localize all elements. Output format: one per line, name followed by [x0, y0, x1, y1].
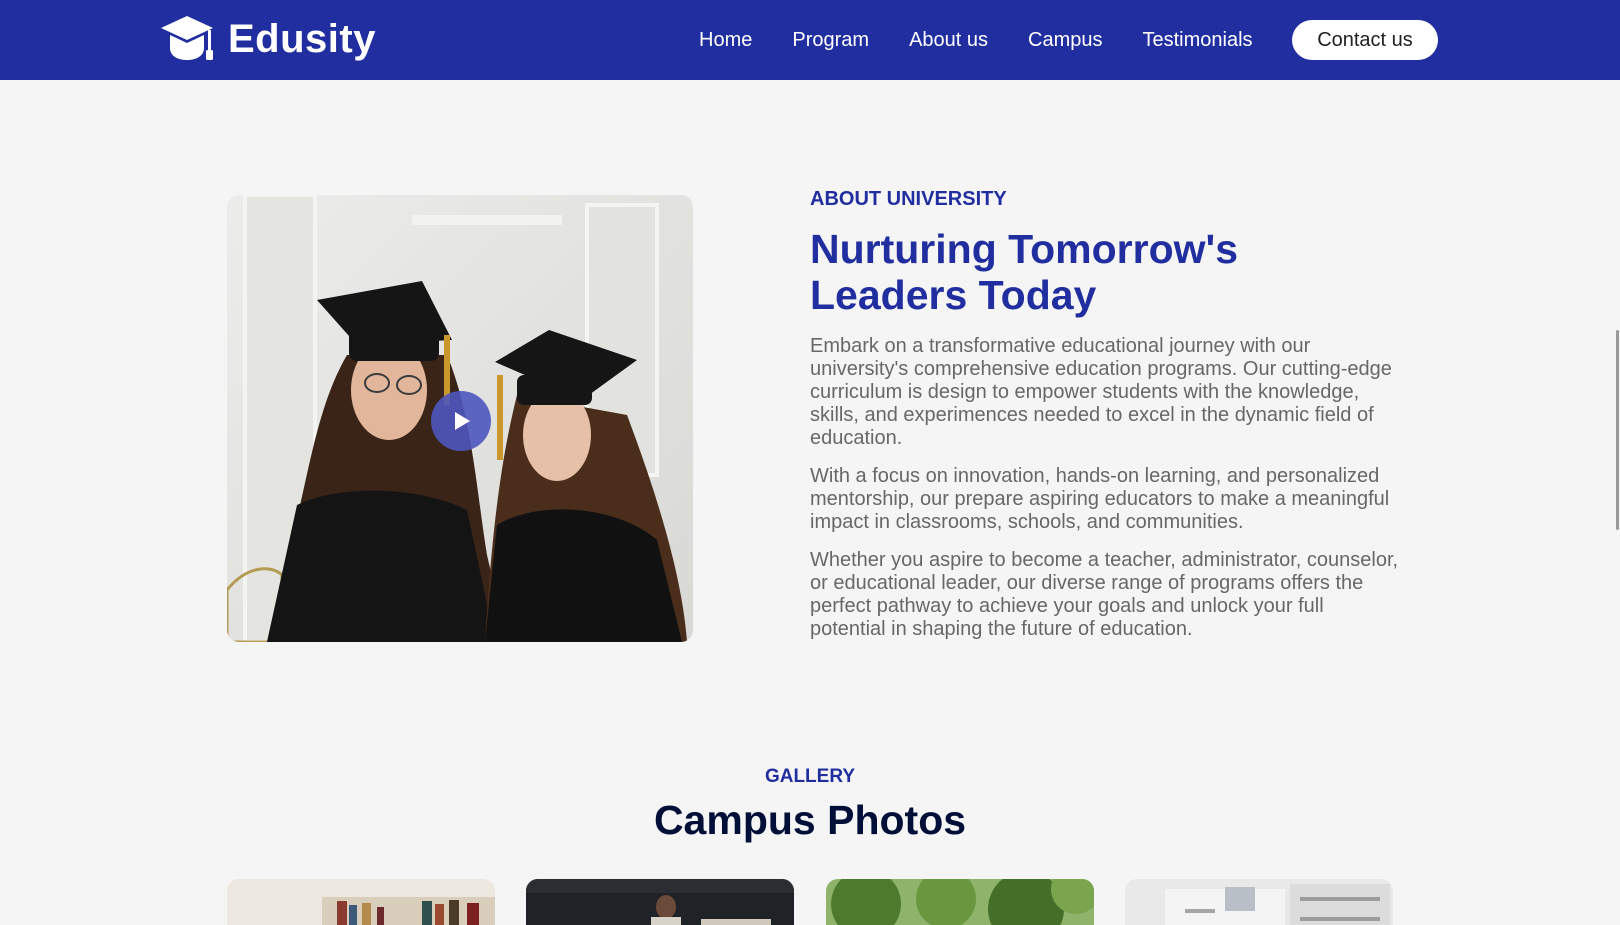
about-heading: Nurturing Tomorrow's Leaders Today: [810, 226, 1239, 318]
about-eyebrow: ABOUT UNIVERSITY: [810, 188, 1007, 210]
about-paragraph-3: Whether you aspire to become a teacher, …: [810, 549, 1399, 640]
scrollbar-thumb[interactable]: [1616, 330, 1619, 530]
nav-link-home[interactable]: Home: [699, 28, 752, 52]
gallery-eyebrow: GALLERY: [764, 766, 856, 787]
nav-link-testimonials[interactable]: Testimonials: [1143, 28, 1253, 52]
brand-name: Edusity: [228, 17, 376, 61]
about-paragraph-2: With a focus on innovation, hands-on lea…: [810, 465, 1390, 533]
nav-links: Home Program About us Campus Testimonial…: [699, 28, 1253, 52]
page-scrollbar[interactable]: [1612, 80, 1620, 925]
navbar: Edusity Home Program About us Campus Tes…: [0, 0, 1620, 80]
gallery-photo-campus-trees[interactable]: [826, 879, 1094, 925]
about-section: ABOUT UNIVERSITY Nurturing Tomorrow's Le…: [810, 188, 1400, 641]
graduation-cap-icon: [161, 16, 213, 60]
gallery-heading: Campus Photos: [653, 797, 967, 843]
contact-us-button[interactable]: Contact us: [1292, 20, 1438, 60]
nav-link-about-us[interactable]: About us: [909, 28, 988, 52]
brand-logo[interactable]: Edusity: [161, 14, 376, 64]
gallery-photo-library[interactable]: [227, 879, 495, 925]
about-paragraph-1: Embark on a transformative educational j…: [810, 335, 1392, 449]
play-icon: [455, 412, 470, 430]
play-video-button[interactable]: [431, 391, 491, 451]
gallery-photo-study[interactable]: [526, 879, 794, 925]
nav-link-campus[interactable]: Campus: [1028, 28, 1102, 52]
nav-link-program[interactable]: Program: [792, 28, 869, 52]
gallery-photo-building[interactable]: [1125, 879, 1393, 925]
